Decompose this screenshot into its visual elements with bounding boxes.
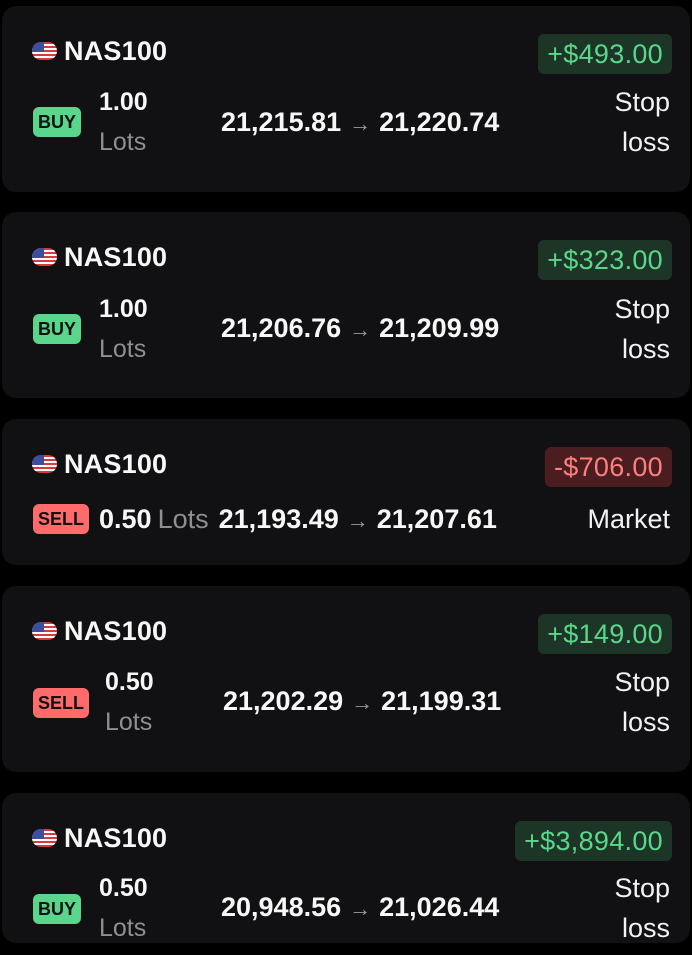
symbol-row: NAS100 <box>32 449 167 479</box>
arrow-right-icon: → <box>351 690 374 715</box>
price-range: 21,206.76 → 21,209.99 <box>221 313 499 344</box>
arrow-right-icon: → <box>349 111 372 136</box>
lots-value: 1.00 <box>99 88 148 116</box>
close-type-line2: loss <box>621 334 670 364</box>
price-range: 21,193.49 → 21,207.61 <box>219 504 497 535</box>
pnl-badge: +$493.00 <box>538 34 672 74</box>
lots-value: 1.00 <box>99 295 148 323</box>
price-range: 21,202.29 → 21,199.31 <box>223 686 501 717</box>
current-price: 21,209.99 <box>379 313 500 343</box>
position-card[interactable]: NAS100 +$323.00 BUY 1.00 Lots 21,206.76 →… <box>2 212 690 398</box>
current-price: 21,199.31 <box>381 686 502 716</box>
side-badge: SELL <box>33 688 90 718</box>
position-details: SELL 0.50 Lots 21,193.49 → 21,207.61 <box>33 501 497 537</box>
symbol-name: NAS100 <box>64 822 168 853</box>
arrow-right-icon: → <box>346 507 369 533</box>
side-badge: BUY <box>33 314 82 344</box>
position-card[interactable]: NAS100 +$3,894.00 BUY 0.50 Lots 20,948.5… <box>2 793 690 943</box>
us-flag-icon <box>32 248 57 266</box>
open-price: 21,193.49 <box>218 503 339 534</box>
open-price: 21,215.81 <box>221 107 342 137</box>
pnl-badge: +$3,894.00 <box>515 821 672 861</box>
us-flag-icon <box>32 622 57 640</box>
lots-value: 0.50 <box>99 874 148 902</box>
side-badge: BUY <box>33 107 82 137</box>
lots-unit: Lots <box>99 128 147 156</box>
us-flag-icon <box>32 455 57 473</box>
symbol-name: NAS100 <box>64 241 168 272</box>
position-card[interactable]: NAS100 +$493.00 BUY 1.00 Lots 21,215.81 →… <box>2 6 690 192</box>
symbol-name: NAS100 <box>64 448 168 479</box>
close-type: Stop loss <box>614 868 670 948</box>
position-card[interactable]: NAS100 +$149.00 SELL 0.50 Lots 21,202.29… <box>2 586 690 772</box>
lots-value: 0.50 <box>105 668 154 696</box>
close-type-line1: Stop <box>614 873 670 903</box>
symbol-row: NAS100 <box>32 36 167 66</box>
pnl-badge: +$149.00 <box>538 614 672 654</box>
lots-unit: Lots <box>157 503 209 534</box>
close-type-line2: loss <box>621 127 670 157</box>
close-type-line2: loss <box>621 707 670 737</box>
close-type: Stop loss <box>614 82 670 162</box>
arrow-right-icon: → <box>349 896 372 921</box>
price-range: 21,215.81 → 21,220.74 <box>221 107 499 138</box>
close-type: Market <box>587 504 670 534</box>
symbol-name: NAS100 <box>64 35 168 66</box>
open-price: 21,206.76 <box>221 313 342 343</box>
side-badge: BUY <box>33 894 82 924</box>
lots: 0.50 Lots <box>105 662 154 742</box>
arrow-right-icon: → <box>349 317 372 342</box>
close-type: Stop loss <box>614 289 670 369</box>
current-price: 21,026.44 <box>379 892 500 922</box>
pnl-badge: +$323.00 <box>538 240 672 280</box>
lots: 0.50 Lots <box>99 868 148 948</box>
close-type-line1: Stop <box>614 87 670 117</box>
side-badge: SELL <box>33 504 90 534</box>
symbol-row: NAS100 <box>32 823 167 853</box>
symbol-name: NAS100 <box>64 615 168 646</box>
lots-unit: Lots <box>99 914 147 942</box>
symbol-row: NAS100 <box>32 616 167 646</box>
lots-unit: Lots <box>105 708 153 736</box>
close-type-line1: Stop <box>614 667 670 697</box>
price-range: 20,948.56 → 21,026.44 <box>221 892 499 923</box>
lots-value: 0.50 <box>99 503 152 534</box>
symbol-row: NAS100 <box>32 242 167 272</box>
current-price: 21,220.74 <box>379 107 500 137</box>
pnl-badge: -$706.00 <box>545 447 672 487</box>
lots: 1.00 Lots <box>99 289 148 369</box>
open-price: 21,202.29 <box>223 686 344 716</box>
close-type-line1: Stop <box>614 294 670 324</box>
close-type: Stop loss <box>614 662 670 742</box>
us-flag-icon <box>32 829 57 847</box>
close-type-line2: loss <box>621 913 670 943</box>
position-card[interactable]: NAS100 -$706.00 SELL 0.50 Lots 21,193.49… <box>2 419 690 565</box>
lots: 1.00 Lots <box>99 82 148 162</box>
open-price: 20,948.56 <box>221 892 342 922</box>
us-flag-icon <box>32 42 57 60</box>
current-price: 21,207.61 <box>376 503 497 534</box>
lots-unit: Lots <box>99 335 147 363</box>
